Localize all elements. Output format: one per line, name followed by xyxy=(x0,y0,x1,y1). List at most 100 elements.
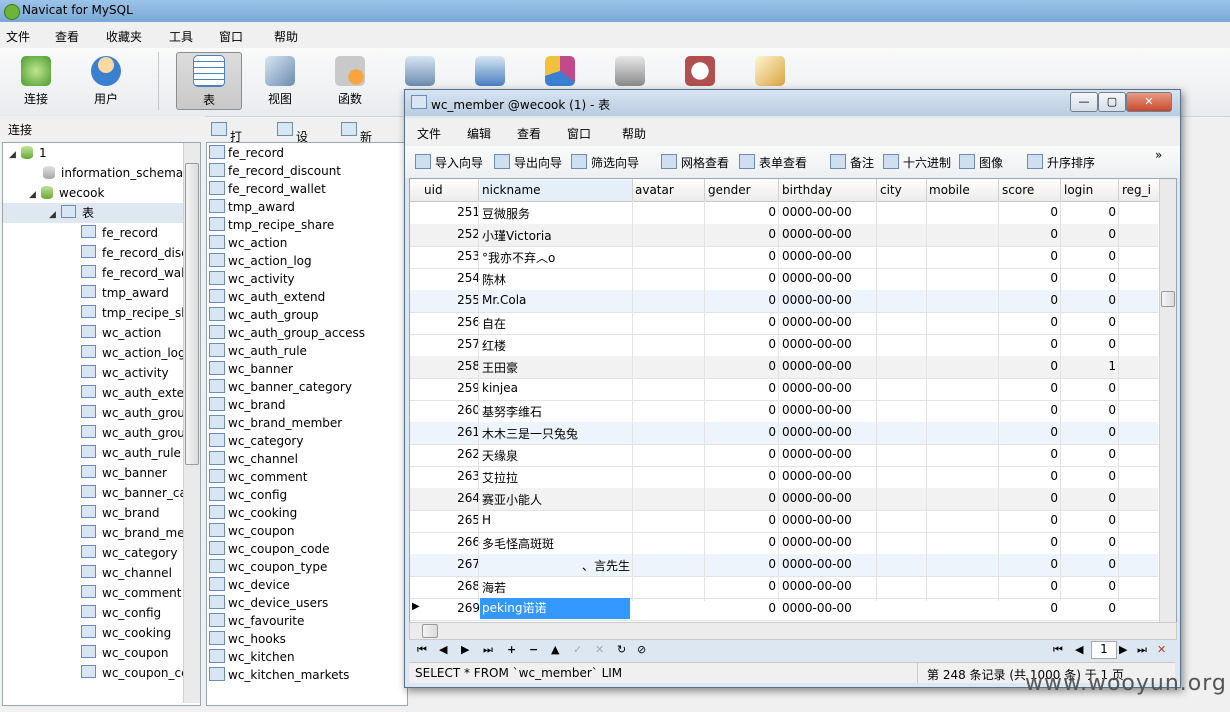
cell-login[interactable]: 0 xyxy=(1064,513,1116,527)
discard-icon[interactable]: ✕ xyxy=(595,643,604,656)
wmenu-view[interactable]: 查看 xyxy=(517,125,541,142)
cell-gender[interactable]: 0 xyxy=(706,359,776,373)
cell-login[interactable]: 0 xyxy=(1064,205,1116,219)
scrollbar-thumb[interactable] xyxy=(185,163,199,465)
cell-uid[interactable]: 268 xyxy=(424,579,480,593)
object-list-item[interactable]: wc_brand xyxy=(209,396,286,414)
tree-table-item[interactable]: wc_auth_rule xyxy=(81,443,181,463)
cell-uid[interactable]: 264 xyxy=(424,491,480,505)
cell-uid[interactable]: 254 xyxy=(424,271,480,285)
table-row[interactable]: 251 豆微服务 0 0000-00-00 0 0 xyxy=(410,202,1158,225)
cell-uid[interactable]: 266 xyxy=(424,535,480,549)
close-button[interactable]: ✕ xyxy=(1126,92,1172,112)
cell-uid[interactable]: 259 xyxy=(424,381,480,395)
cell-birthday[interactable]: 0000-00-00 xyxy=(782,579,874,593)
object-list-item[interactable]: wc_activity xyxy=(209,270,295,288)
tree-table-item[interactable]: fe_record_wal xyxy=(81,263,184,283)
cell-login[interactable]: 0 xyxy=(1064,249,1116,263)
object-list-item[interactable]: wc_hooks xyxy=(209,630,286,648)
cell-login[interactable]: 0 xyxy=(1064,425,1116,439)
object-list-item[interactable]: wc_auth_extend xyxy=(209,288,325,306)
object-list-item[interactable]: wc_comment xyxy=(209,468,307,486)
object-list-item[interactable]: wc_auth_rule xyxy=(209,342,307,360)
collapse-triangle-icon[interactable]: ◢ xyxy=(29,185,41,205)
cell-score[interactable]: 0 xyxy=(1002,447,1058,461)
cell-nickname[interactable]: 木木三是一只兔兔 xyxy=(482,425,630,442)
menu-help[interactable]: 帮助 xyxy=(274,28,298,45)
cell-uid[interactable]: 252 xyxy=(424,227,480,241)
cell-score[interactable]: 0 xyxy=(1002,249,1058,263)
table-row[interactable]: 254 陈林 0 0000-00-00 0 0 xyxy=(410,268,1158,291)
minimize-button[interactable]: — xyxy=(1070,92,1098,112)
cell-uid[interactable]: 251 xyxy=(424,205,480,219)
tree-table-item[interactable]: wc_banner_ca xyxy=(81,483,187,503)
object-list-item[interactable]: wc_auth_group xyxy=(209,306,319,324)
object-list-item[interactable]: fe_record_discount xyxy=(209,162,341,180)
column-header-city[interactable]: city xyxy=(880,183,902,197)
tree-table-item[interactable]: fe_record_disc xyxy=(81,243,188,263)
delete-record-icon[interactable]: − xyxy=(529,643,538,656)
cell-login[interactable]: 1 xyxy=(1064,359,1116,373)
cell-nickname[interactable]: 艾拉拉 xyxy=(482,469,630,486)
tree-table-item[interactable]: wc_coupon xyxy=(81,643,169,663)
sort-ascending-button[interactable]: 升序排序 xyxy=(1027,154,1095,171)
cell-gender[interactable]: 0 xyxy=(706,315,776,329)
table-row[interactable]: 259 kinjea 0 0000-00-00 0 0 xyxy=(410,378,1158,401)
cell-gender[interactable]: 0 xyxy=(706,579,776,593)
cell-uid[interactable]: 255 xyxy=(424,293,480,307)
scrollbar-thumb[interactable] xyxy=(422,624,438,638)
cell-login[interactable]: 0 xyxy=(1064,469,1116,483)
object-list-item[interactable]: wc_kitchen xyxy=(209,648,295,666)
table-row[interactable]: 252 小瑾Victoria 0 0000-00-00 0 0 xyxy=(410,224,1158,247)
cell-nickname[interactable]: 红楼 xyxy=(482,337,630,354)
cell-nickname[interactable]: 自在 xyxy=(482,315,630,332)
object-list-item[interactable]: fe_record xyxy=(209,144,284,162)
table-row[interactable]: 253 °我亦不弃︿o 0 0000-00-00 0 0 xyxy=(410,246,1158,269)
tree-database-node[interactable]: information_schema xyxy=(43,163,183,183)
cell-birthday[interactable]: 0000-00-00 xyxy=(782,601,874,615)
table-row[interactable]: 261 木木三是一只兔兔 0 0000-00-00 0 0 xyxy=(410,422,1158,445)
filter-wizard-button[interactable]: 筛选向导 xyxy=(571,154,639,171)
cell-gender[interactable]: 0 xyxy=(706,601,776,615)
table-row[interactable]: 266 多毛怪高斑斑 0 0000-00-00 0 0 xyxy=(410,532,1158,555)
object-list-item[interactable]: fe_record_wallet xyxy=(209,180,326,198)
cell-score[interactable]: 0 xyxy=(1002,381,1058,395)
table-row[interactable]: 268 海若 0 0000-00-00 0 0 xyxy=(410,576,1158,599)
tree-table-item[interactable]: tmp_award xyxy=(81,283,169,303)
table-row[interactable]: 258 王田豪 0 0000-00-00 0 1 xyxy=(410,356,1158,379)
cell-nickname[interactable]: 豆微服务 xyxy=(482,205,630,222)
cell-gender[interactable]: 0 xyxy=(706,447,776,461)
cell-birthday[interactable]: 0000-00-00 xyxy=(782,249,874,263)
cell-birthday[interactable]: 0000-00-00 xyxy=(782,381,874,395)
tree-table-item[interactable]: wc_action xyxy=(81,323,161,343)
cell-birthday[interactable]: 0000-00-00 xyxy=(782,227,874,241)
cell-nickname[interactable]: °我亦不弃︿o xyxy=(482,249,630,266)
cell-gender[interactable]: 0 xyxy=(706,227,776,241)
grid-vertical-scrollbar[interactable] xyxy=(1159,179,1176,622)
wmenu-file[interactable]: 文件 xyxy=(417,125,441,142)
object-list-item[interactable]: wc_device_users xyxy=(209,594,328,612)
object-list-item[interactable]: wc_cooking xyxy=(209,504,297,522)
column-separator[interactable] xyxy=(778,179,779,201)
column-separator[interactable] xyxy=(876,179,877,201)
cell-gender[interactable]: 0 xyxy=(706,469,776,483)
cell-gender[interactable]: 0 xyxy=(706,535,776,549)
cell-birthday[interactable]: 0000-00-00 xyxy=(782,447,874,461)
table-row[interactable]: 265 H 0 0000-00-00 0 0 xyxy=(410,510,1158,533)
tree-table-item[interactable]: wc_activity xyxy=(81,363,169,383)
cell-nickname[interactable]: peking诺诺 xyxy=(480,598,630,619)
object-list-item[interactable]: wc_banner xyxy=(209,360,293,378)
cell-score[interactable]: 0 xyxy=(1002,271,1058,285)
cell-score[interactable]: 0 xyxy=(1002,337,1058,351)
cell-uid[interactable]: 265 xyxy=(424,513,480,527)
table-row[interactable]: 267 、言先生 0 0000-00-00 0 0 xyxy=(410,554,1158,577)
object-list-item[interactable]: wc_coupon_code xyxy=(209,540,329,558)
cell-birthday[interactable]: 0000-00-00 xyxy=(782,513,874,527)
cell-gender[interactable]: 0 xyxy=(706,337,776,351)
tree-vertical-scrollbar[interactable] xyxy=(183,143,200,703)
cell-uid[interactable]: 260 xyxy=(424,403,480,417)
cell-login[interactable]: 0 xyxy=(1064,403,1116,417)
tree-connection-node[interactable]: ◢ 1 xyxy=(9,143,47,163)
tree-table-item[interactable]: fe_record xyxy=(81,223,158,243)
cell-uid[interactable]: 258 xyxy=(424,359,480,373)
